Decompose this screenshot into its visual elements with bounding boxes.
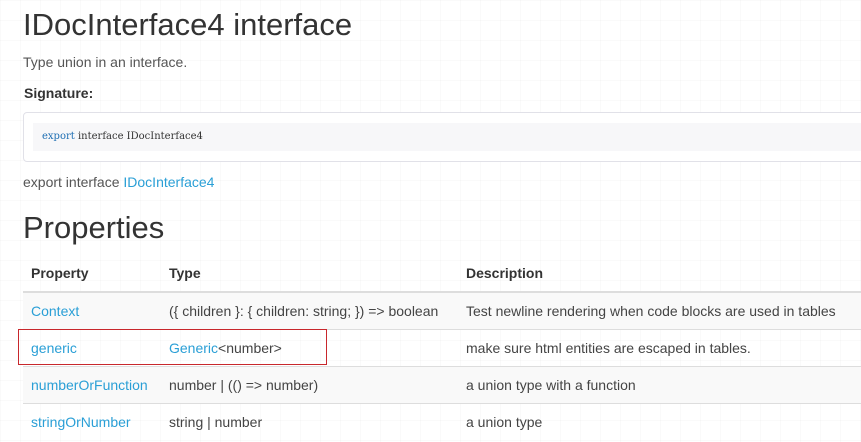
property-description-cell: make sure html entities are escaped in t… [458, 329, 861, 367]
property-type-cell: string | number [161, 403, 458, 440]
property-description-cell: a union type with a function [458, 366, 861, 404]
heritage-link[interactable]: IDocInterface4 [123, 174, 214, 190]
property-type-cell: number | (() => number) [161, 366, 458, 404]
type-text: <number> [218, 340, 282, 356]
table-row: numberOrFunction number | (() => number)… [23, 366, 861, 404]
signature-code-block: export interface IDocInterface4 [23, 112, 861, 162]
property-link-number-or-function[interactable]: numberOrFunction [31, 377, 148, 393]
heritage-line: export interface IDocInterface4 [23, 174, 214, 190]
table-row: generic Generic<number> make sure html e… [23, 329, 861, 367]
type-text: ({ children }: { children: string; }) =>… [169, 303, 439, 319]
property-link-generic[interactable]: generic [31, 340, 77, 356]
interface-summary: Type union in an interface. [23, 54, 188, 70]
column-header-type: Type [161, 254, 458, 293]
doc-page: IDocInterface4 interface Type union in a… [0, 0, 861, 442]
column-header-description: Description [458, 254, 861, 293]
property-name-cell: Context [23, 291, 161, 330]
type-link-generic[interactable]: Generic [169, 340, 218, 356]
property-type-cell: ({ children }: { children: string; }) =>… [161, 291, 458, 330]
property-description-cell: Test newline rendering when code blocks … [458, 291, 861, 330]
table-row: Context ({ children }: { children: strin… [23, 291, 861, 330]
property-description-cell: a union type [458, 403, 861, 440]
property-type-cell: Generic<number> [161, 329, 458, 367]
property-name-cell: stringOrNumber [23, 403, 161, 440]
table-header-row: Property Type Description [23, 254, 861, 293]
code-signature-rest: interface IDocInterface4 [74, 131, 203, 142]
signature-label: Signature: [24, 85, 94, 101]
property-link-context[interactable]: Context [31, 303, 79, 319]
properties-heading: Properties [23, 210, 165, 245]
page-title: IDocInterface4 interface [23, 7, 353, 42]
signature-code: export interface IDocInterface4 [33, 123, 861, 151]
code-keyword-export: export [42, 131, 75, 142]
type-text: string | number [169, 414, 263, 430]
type-text: number | (() => number) [169, 377, 319, 393]
properties-table: Property Type Description Context ({ chi… [23, 254, 861, 440]
property-link-string-or-number[interactable]: stringOrNumber [31, 414, 131, 430]
property-name-cell: numberOrFunction [23, 366, 161, 404]
heritage-prefix: export interface [23, 174, 124, 190]
table-row: stringOrNumber string | number a union t… [23, 403, 861, 440]
property-name-cell: generic [23, 329, 161, 367]
column-header-property: Property [23, 254, 161, 293]
